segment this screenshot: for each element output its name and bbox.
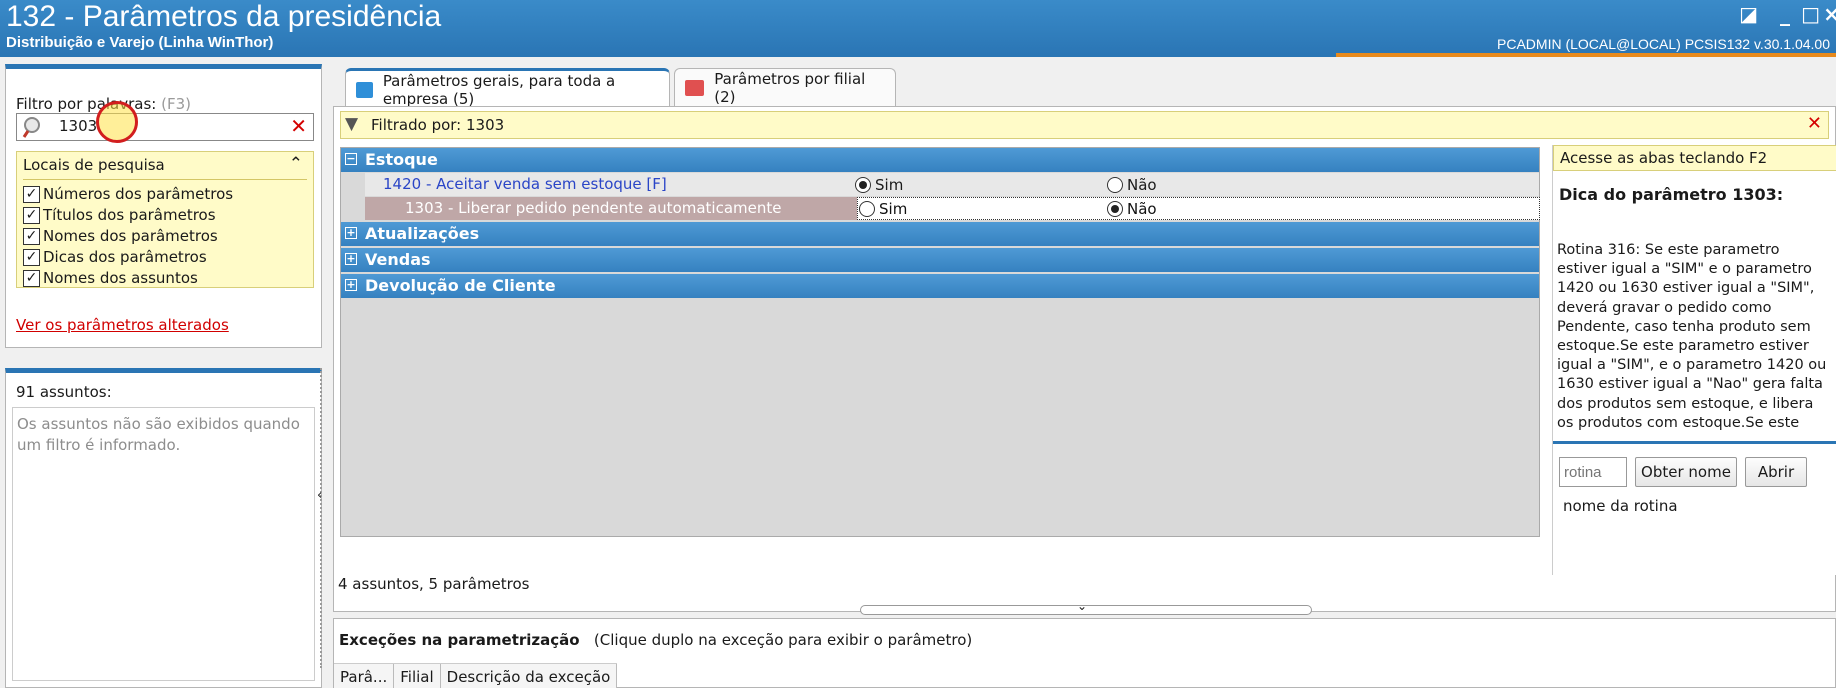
- group-atualizacoes[interactable]: + Atualizações: [341, 222, 1539, 246]
- radio-button[interactable]: [855, 177, 871, 193]
- radio-button[interactable]: [859, 201, 875, 217]
- subjects-info: Os assuntos não são exibidos quando um f…: [12, 407, 315, 681]
- radio-button[interactable]: [1107, 201, 1123, 217]
- tip-panel: Acesse as abas teclando F2 Dica do parâm…: [1552, 145, 1836, 575]
- radio-button[interactable]: [1107, 177, 1123, 193]
- clear-filter-icon[interactable]: ✕: [1807, 113, 1822, 134]
- group-devolucao[interactable]: + Devolução de Cliente: [341, 274, 1539, 298]
- minimize-icon[interactable]: _: [1780, 2, 1790, 26]
- option-nomes[interactable]: ✓ Nomes dos parâmetros: [23, 227, 218, 245]
- filter-panel: Filtro por palavras: (F3) 1303 ✕ Locais …: [5, 64, 322, 348]
- expand-icon[interactable]: +: [345, 227, 357, 239]
- column-header[interactable]: Descrição da exceção: [441, 664, 618, 688]
- window-title: 132 - Parâmetros da presidência: [6, 0, 442, 33]
- checkbox[interactable]: ✓: [23, 227, 40, 245]
- group-vendas[interactable]: + Vendas: [341, 248, 1539, 272]
- open-button[interactable]: Abrir: [1745, 457, 1807, 487]
- search-locations-title: Locais de pesquisa: [23, 156, 165, 174]
- param-name: 1303 - Liberar pedido pendente automatic…: [405, 199, 782, 217]
- param-row-1420[interactable]: 1420 - Aceitar venda sem estoque [F] Sim…: [365, 173, 1539, 196]
- collapse-icon[interactable]: ⌃: [289, 154, 303, 174]
- window-subtitle: Distribuição e Varejo (Linha WinThor): [6, 34, 274, 51]
- search-input[interactable]: 1303 ✕: [16, 113, 314, 141]
- rotina-input[interactable]: [1559, 457, 1627, 487]
- tip-header: Acesse as abas teclando F2: [1553, 145, 1836, 171]
- option-dicas[interactable]: ✓ Dicas dos parâmetros: [23, 248, 207, 266]
- accent-bar: [1336, 53, 1836, 57]
- param-name: 1420 - Aceitar venda sem estoque [F]: [383, 175, 667, 193]
- filter-bar: ▼ Filtrado por: 1303 ✕: [340, 111, 1829, 139]
- tab-branch[interactable]: Parâmetros por filial (2): [674, 68, 896, 106]
- checkbox[interactable]: ✓: [23, 269, 40, 287]
- blue-folder-icon: [356, 81, 373, 98]
- chevron-left-icon[interactable]: ‹: [317, 488, 322, 503]
- group-estoque[interactable]: − Estoque: [341, 148, 1539, 172]
- get-name-button[interactable]: Obter nome: [1635, 457, 1737, 487]
- tip-title: Dica do parâmetro 1303:: [1559, 185, 1784, 204]
- tip-body: Rotina 316: Se este parametro estiver ig…: [1557, 242, 1827, 431]
- magnifier-icon: [22, 117, 40, 138]
- restore-icon[interactable]: ◪: [1739, 2, 1758, 26]
- clear-search-icon[interactable]: ✕: [290, 114, 307, 138]
- changed-params-link[interactable]: Ver os parâmetros alterados: [16, 316, 229, 334]
- expand-icon[interactable]: +: [345, 253, 357, 265]
- funnel-icon: ▼: [345, 114, 359, 134]
- divider: [23, 179, 307, 180]
- column-header[interactable]: Filial: [394, 664, 441, 688]
- user-info: PCADMIN (LOCAL@LOCAL) PCSIS132 v.30.1.04…: [1497, 36, 1830, 52]
- search-locations: Locais de pesquisa ⌃ ✓ Números dos parâme…: [16, 151, 314, 288]
- option-titulos[interactable]: ✓ Títulos dos parâmetros: [23, 206, 216, 224]
- collapse-icon[interactable]: −: [345, 153, 357, 165]
- checkbox[interactable]: ✓: [23, 185, 40, 203]
- title-bar: 132 - Parâmetros da presidência Distribu…: [0, 0, 1836, 57]
- close-icon[interactable]: ×: [1823, 2, 1836, 26]
- maximize-icon[interactable]: □: [1801, 2, 1820, 26]
- rotina-name: nome da rotina: [1563, 497, 1678, 515]
- param-row-1303[interactable]: 1303 - Liberar pedido pendente automatic…: [365, 197, 1540, 220]
- tab-general[interactable]: Parâmetros gerais, para toda a empresa (…: [345, 68, 670, 108]
- param-value-cell[interactable]: [857, 197, 1540, 220]
- params-content: ▼ Filtrado por: 1303 ✕ − Estoque 1420 - …: [333, 106, 1836, 612]
- expand-icon[interactable]: +: [345, 279, 357, 291]
- splitter-grip[interactable]: [320, 368, 324, 668]
- filter-text: Filtrado por: 1303: [371, 116, 505, 134]
- red-folder-icon: [685, 79, 705, 96]
- chevron-down-icon[interactable]: ⌄: [1077, 599, 1087, 613]
- search-value: 1303: [59, 117, 98, 135]
- option-numeros[interactable]: ✓ Números dos parâmetros: [23, 185, 233, 203]
- column-header[interactable]: Parâ...: [334, 664, 395, 688]
- params-grid: − Estoque 1420 - Aceitar venda sem estoq…: [340, 147, 1540, 537]
- option-assuntos[interactable]: ✓ Nomes dos assuntos: [23, 269, 198, 287]
- exceptions-panel: Exceções na parametrização (Clique duplo…: [333, 618, 1836, 688]
- radio-sim[interactable]: Sim: [859, 200, 907, 218]
- status-summary: 4 assuntos, 5 parâmetros: [338, 575, 530, 593]
- checkbox[interactable]: ✓: [23, 248, 40, 266]
- mouse-cursor-highlight: [96, 101, 138, 143]
- radio-nao[interactable]: Não: [1107, 176, 1157, 194]
- subjects-panel: 91 assuntos: Os assuntos não são exibido…: [5, 368, 322, 688]
- divider: [1553, 441, 1836, 444]
- subjects-title: 91 assuntos:: [16, 383, 112, 401]
- exceptions-title: Exceções na parametrização (Clique duplo…: [339, 631, 973, 649]
- radio-nao[interactable]: Não: [1107, 200, 1157, 218]
- radio-sim[interactable]: Sim: [855, 176, 903, 194]
- checkbox[interactable]: ✓: [23, 206, 40, 224]
- exceptions-columns: Parâ... Filial Descrição da exceção: [334, 663, 618, 688]
- vertical-splitter[interactable]: ‹: [317, 368, 329, 688]
- horizontal-splitter[interactable]: ⌄: [860, 599, 1312, 615]
